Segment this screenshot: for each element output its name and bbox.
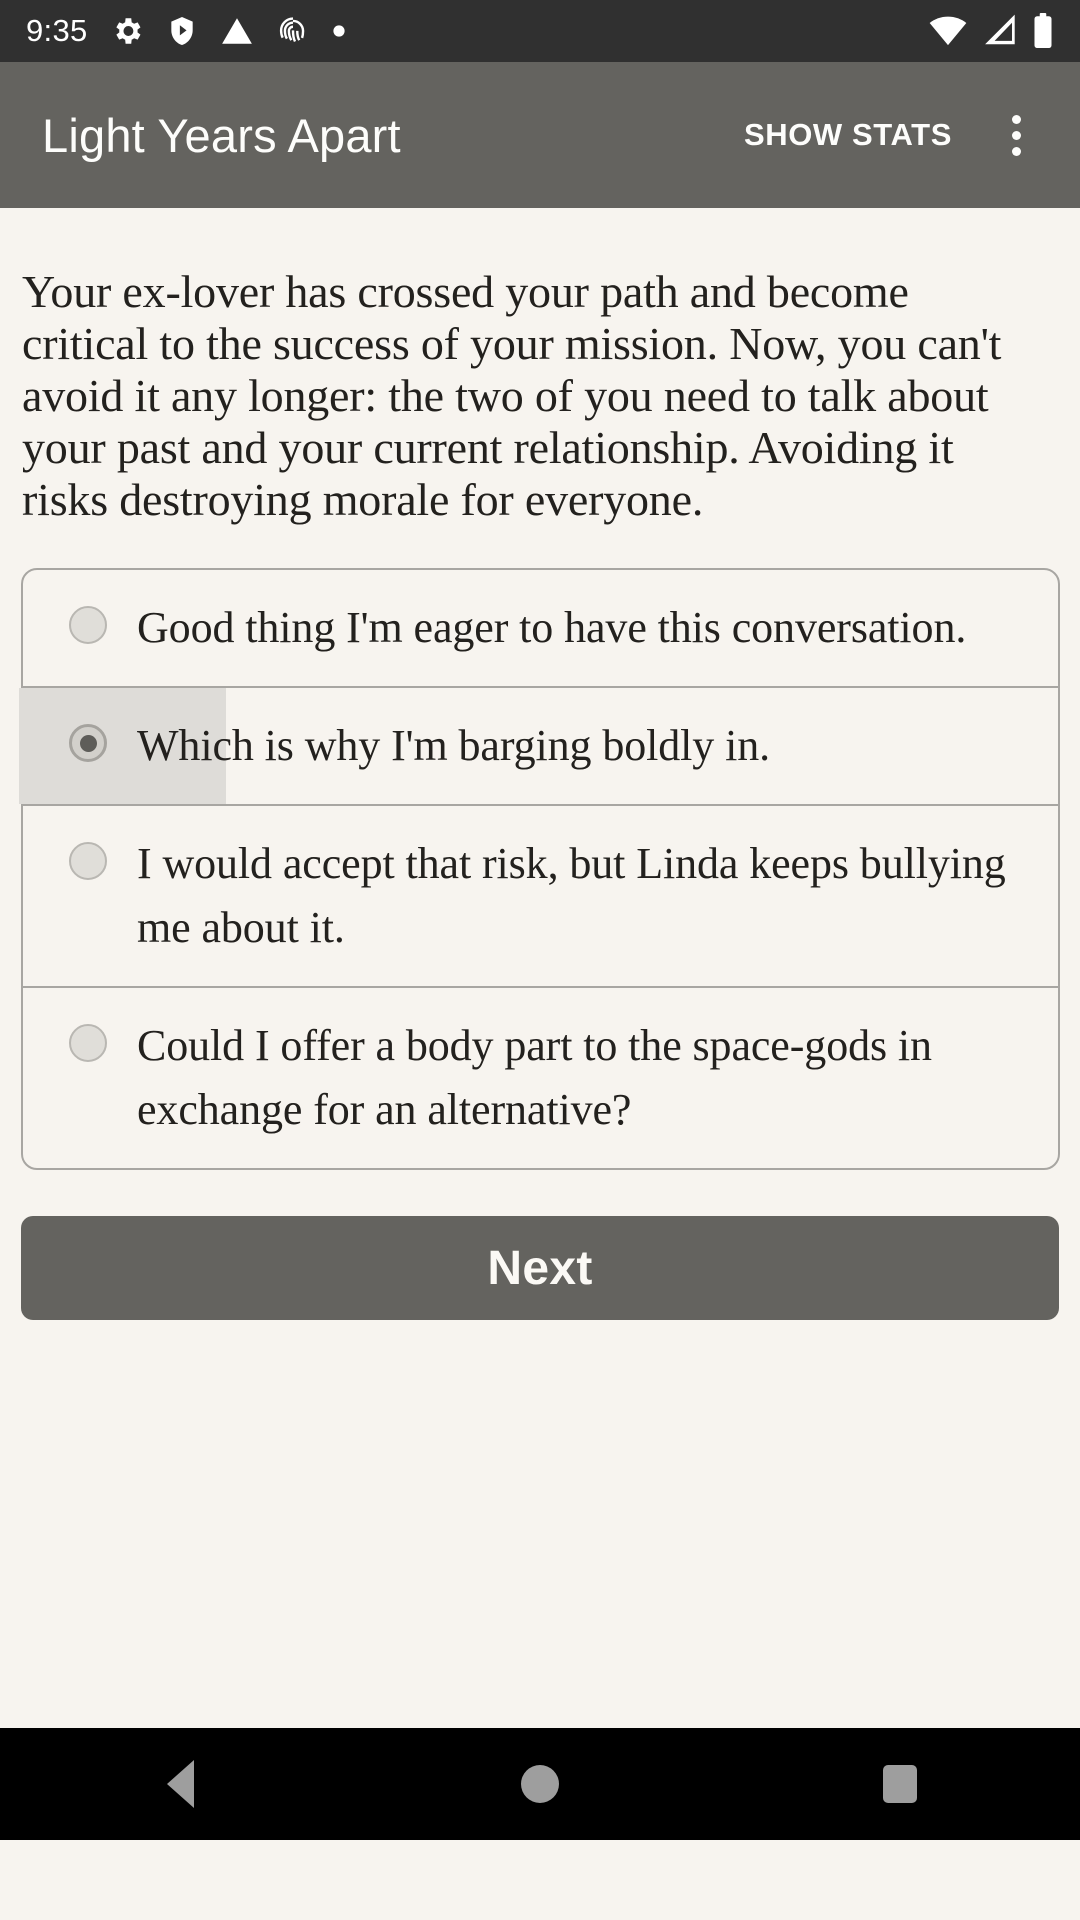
option-row[interactable]: I would accept that risk, but Linda keep… <box>23 806 1058 988</box>
app-bar: Light Years Apart SHOW STATS <box>0 62 1080 208</box>
status-clock: 9:35 <box>26 13 88 48</box>
radio-button-unchecked-icon[interactable] <box>69 842 107 880</box>
radio-button-unchecked-icon[interactable] <box>69 1024 107 1062</box>
battery-icon <box>1034 13 1052 49</box>
gear-icon <box>115 18 141 44</box>
more-dot-1 <box>1011 114 1021 124</box>
recents-square-icon <box>883 1765 917 1803</box>
radio-button-checked-icon[interactable] <box>69 724 107 762</box>
main-content: Your ex-lover has crossed your path and … <box>0 208 1080 1840</box>
options-list: Good thing I'm eager to have this conver… <box>19 568 1060 1170</box>
option-label: Could I offer a body part to the space-g… <box>137 1021 932 1134</box>
dot-icon <box>332 25 345 37</box>
wifi-icon <box>929 16 967 46</box>
more-dot-3 <box>1011 146 1021 156</box>
fingerprint-icon <box>279 17 304 43</box>
page-title: Light Years Apart <box>42 108 401 162</box>
radio-button-unchecked-icon[interactable] <box>69 606 107 644</box>
more-dot-2 <box>1011 130 1021 140</box>
option-label: I would accept that risk, but Linda keep… <box>137 839 1006 952</box>
story-prompt: Your ex-lover has crossed your path and … <box>22 266 1002 525</box>
next-button-label: Next <box>487 1241 593 1295</box>
nav-back-button[interactable] <box>90 1728 270 1840</box>
more-vert-icon[interactable] <box>980 99 1052 171</box>
back-triangle-icon <box>166 1760 194 1808</box>
nav-home-button[interactable] <box>450 1728 630 1840</box>
cell-signal-icon <box>985 14 1015 45</box>
system-navigation-bar <box>0 1728 1080 1840</box>
shield-play-icon <box>170 17 193 45</box>
show-stats-button[interactable]: SHOW STATS <box>726 101 970 169</box>
option-label: Good thing I'm eager to have this conver… <box>137 603 967 652</box>
nav-recents-button[interactable] <box>810 1728 990 1840</box>
status-bar-left: 9:35 <box>26 13 346 49</box>
status-bar-right <box>928 13 1054 49</box>
next-button[interactable]: Next <box>21 1216 1059 1320</box>
status-bar: 9:35 <box>0 0 1080 62</box>
home-circle-icon <box>521 1765 559 1803</box>
app-bar-actions: SHOW STATS <box>726 99 1052 171</box>
option-row[interactable]: Which is why I'm barging boldly in. <box>19 688 1058 806</box>
option-row[interactable]: Could I offer a body part to the space-g… <box>23 988 1058 1168</box>
option-label: Which is why I'm barging boldly in. <box>137 721 770 770</box>
warning-icon <box>221 18 252 44</box>
option-row[interactable]: Good thing I'm eager to have this conver… <box>23 570 1058 688</box>
